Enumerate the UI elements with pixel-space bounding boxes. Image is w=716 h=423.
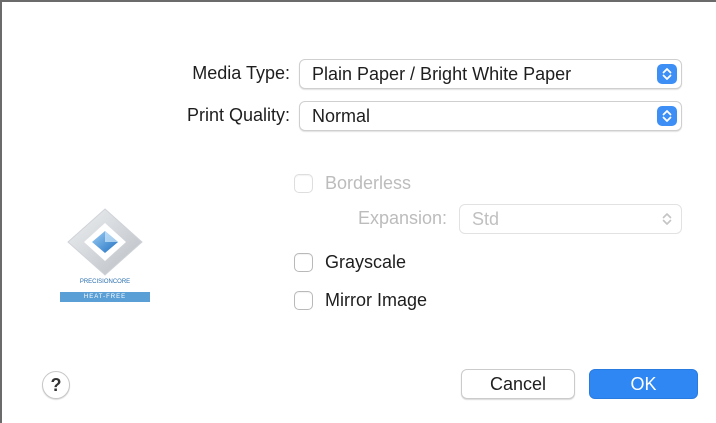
borderless-row: Borderless bbox=[294, 173, 411, 194]
expansion-select[interactable]: Std bbox=[459, 204, 682, 234]
grayscale-checkbox[interactable] bbox=[294, 253, 313, 272]
print-settings-dialog: Media Type: Plain Paper / Bright White P… bbox=[0, 0, 716, 423]
borderless-label: Borderless bbox=[325, 173, 412, 193]
cancel-button[interactable]: Cancel bbox=[461, 369, 575, 399]
mirror-image-checkbox[interactable] bbox=[294, 291, 313, 310]
media-type-value: Plain Paper / Bright White Paper bbox=[312, 64, 572, 84]
print-quality-value: Normal bbox=[312, 106, 371, 126]
borderless-checkbox[interactable] bbox=[294, 174, 313, 193]
expansion-value: Std bbox=[472, 209, 500, 229]
help-button[interactable]: ? bbox=[42, 371, 70, 399]
media-type-select[interactable]: Plain Paper / Bright White Paper bbox=[299, 59, 682, 89]
ok-button[interactable]: OK bbox=[589, 369, 698, 399]
mirror-image-label: Mirror Image bbox=[325, 290, 428, 310]
expansion-label: Expansion: bbox=[357, 208, 447, 228]
print-quality-select[interactable]: Normal bbox=[299, 101, 682, 131]
select-stepper-icon bbox=[657, 209, 677, 229]
logo-brand-text: PRECISIONCORE bbox=[79, 279, 131, 285]
select-stepper-icon bbox=[657, 64, 677, 84]
logo-tagline-text: HEAT-FREE bbox=[60, 292, 150, 302]
grayscale-row: Grayscale bbox=[294, 252, 406, 273]
mirror-image-row: Mirror Image bbox=[294, 290, 427, 311]
media-type-label: Media Type: bbox=[192, 63, 290, 83]
grayscale-label: Grayscale bbox=[325, 252, 407, 272]
select-stepper-icon bbox=[657, 106, 677, 126]
print-quality-label: Print Quality: bbox=[186, 105, 290, 125]
